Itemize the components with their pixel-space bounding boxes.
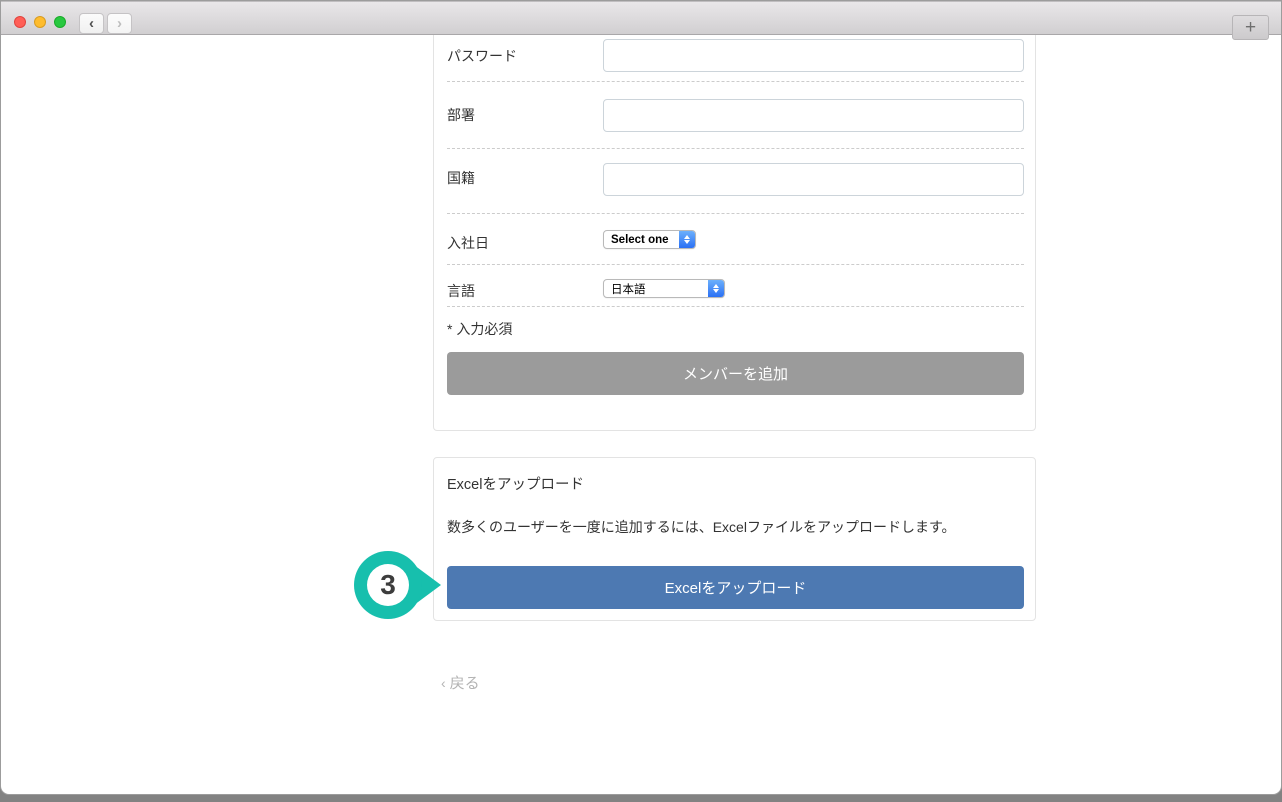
forward-button[interactable]: › [107,13,132,34]
back-button[interactable]: ‹ [79,13,104,34]
nationality-input[interactable] [603,163,1024,196]
row-divider [447,81,1024,82]
browser-window: ‹ › + パスワード 部署 国籍 入社日 Select one [0,0,1282,795]
zoom-window-button[interactable] [54,16,66,28]
row-divider [447,264,1024,265]
department-input[interactable] [603,99,1024,132]
add-member-form-card: パスワード 部署 国籍 入社日 Select one 言語 日本語 * 入 [433,21,1036,431]
join-date-label: 入社日 [447,233,489,253]
close-window-button[interactable] [14,16,26,28]
plus-icon: + [1245,18,1256,37]
excel-upload-button[interactable]: Excelをアップロード [447,566,1024,609]
password-input[interactable] [603,39,1024,72]
add-member-button[interactable]: メンバーを追加 [447,352,1024,395]
excel-upload-title: Excelをアップロード [447,473,584,494]
back-link-chevron-icon: ‹ [441,675,446,691]
minimize-window-button[interactable] [34,16,46,28]
select-stepper-icon [708,280,724,297]
password-label: パスワード [447,46,517,66]
language-selected-value: 日本語 [604,281,708,297]
required-note: * 入力必須 [447,319,512,339]
step-3-annotation-marker: 3 [354,551,444,621]
excel-upload-description: 数多くのユーザーを一度に追加するには、Excelファイルをアップロードします。 [447,517,956,537]
excel-upload-card: Excelをアップロード 数多くのユーザーを一度に追加するには、Excelファイ… [433,457,1036,621]
language-label: 言語 [447,281,475,301]
back-chevron-icon: ‹ [89,16,94,31]
step-number: 3 [367,564,409,606]
back-link[interactable]: ‹ 戻る [441,672,480,693]
forward-chevron-icon: › [117,16,122,31]
language-select[interactable]: 日本語 [603,279,725,298]
row-divider [447,306,1024,307]
row-divider [447,148,1024,149]
window-titlebar: ‹ › + [1,1,1281,35]
row-divider [447,213,1024,214]
join-date-select[interactable]: Select one [603,230,696,249]
join-date-selected-value: Select one [604,234,679,246]
nav-button-group: ‹ › [79,13,132,34]
nationality-label: 国籍 [447,168,475,188]
new-tab-button[interactable]: + [1232,15,1269,40]
select-stepper-icon [679,231,695,248]
marker-ring-icon: 3 [354,551,422,619]
department-label: 部署 [447,105,475,125]
back-link-label: 戻る [450,672,480,693]
